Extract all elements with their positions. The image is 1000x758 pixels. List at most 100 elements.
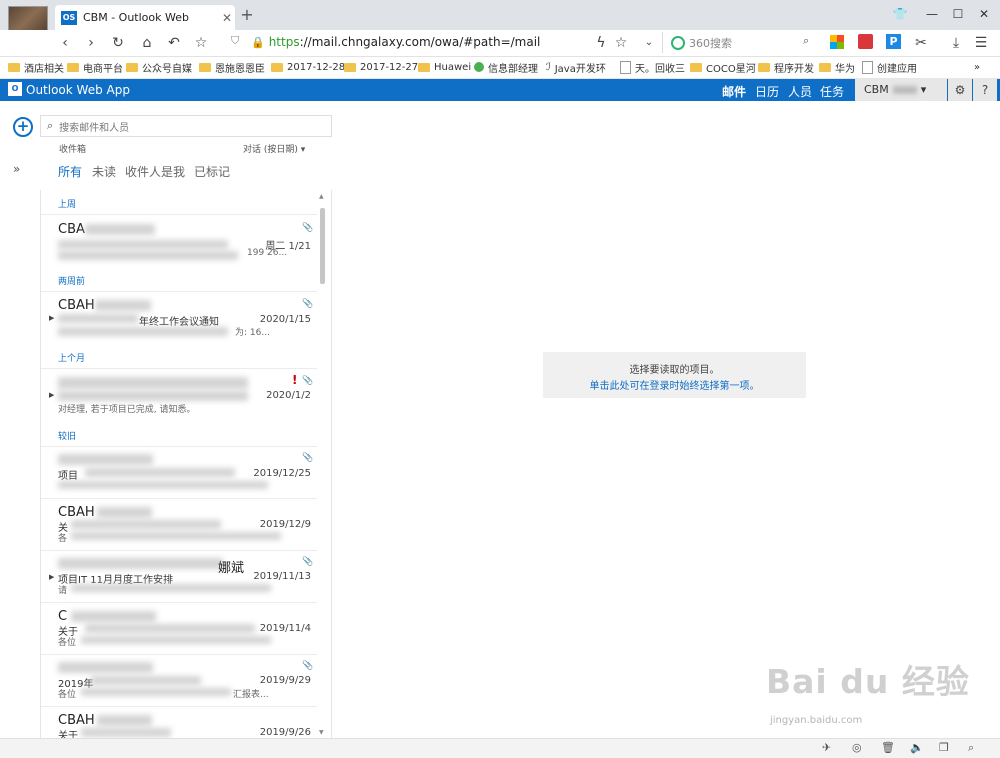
message-item[interactable]: CBAH 关于 2019/9/26 xyxy=(41,707,317,738)
message-item[interactable]: CBAH ▶ 年终工作会议通知 为: 16... 📎 2020/1/15 xyxy=(41,292,317,344)
forward-icon[interactable]: › xyxy=(80,32,102,54)
message-item[interactable]: 娜斌 ▶ 项目IT 11月月度工作安排 请 📎 2019/11/13 xyxy=(41,551,317,602)
message-item[interactable]: CBA 199 26... 📎 周二 1/21 xyxy=(41,215,317,267)
new-mail-button[interactable]: + xyxy=(13,117,33,137)
message-item[interactable]: 项目 📎 2019/12/25 xyxy=(41,447,317,498)
attachment-icon: 📎 xyxy=(302,453,314,463)
scroll-down-icon[interactable]: ▼ xyxy=(319,729,324,736)
undo-close-icon[interactable]: ↶ xyxy=(163,32,185,54)
apps-grid-icon[interactable] xyxy=(830,35,844,49)
filter-unread[interactable]: 未读 xyxy=(92,163,116,180)
new-tab-button[interactable]: + xyxy=(238,6,256,24)
attachment-icon: 📎 xyxy=(302,376,314,386)
maximize-icon[interactable]: ☐ xyxy=(948,4,968,24)
bookmark-item[interactable]: 程序开发 xyxy=(758,59,814,75)
nav-calendar[interactable]: 日历 xyxy=(755,83,779,100)
bookmark-item[interactable]: 2017-12-27 xyxy=(344,59,418,75)
folder-icon xyxy=(8,62,20,72)
expand-conversation-icon[interactable]: ▶ xyxy=(49,314,54,322)
message-sender: C xyxy=(58,609,68,624)
bookmark-item[interactable]: 华为 xyxy=(819,59,855,75)
always-select-first-link[interactable]: 单击此处可在登录时始终选择第一项。 xyxy=(543,377,806,392)
browser-toolbar: ‹ › ↻ ⌂ ↶ ☆ ⛉ 🔒 https://mail.chngalaxy.c… xyxy=(0,30,1000,57)
bookmark-item[interactable]: 电商平台 xyxy=(67,59,123,75)
back-icon[interactable]: ‹ xyxy=(54,32,76,54)
reload-icon[interactable]: ↻ xyxy=(107,32,129,54)
extension-red-icon[interactable] xyxy=(858,34,873,49)
filter-flagged[interactable]: 已标记 xyxy=(194,163,230,180)
chevron-down-icon[interactable]: ⌄ xyxy=(638,32,660,54)
scrollbar-thumb[interactable] xyxy=(320,208,325,284)
message-item[interactable]: C 关于 各位 2019/11/4 xyxy=(41,603,317,654)
message-date: 2019/12/9 xyxy=(259,519,311,530)
scissors-icon[interactable]: ✂ xyxy=(910,32,932,54)
user-menu[interactable]: CBM ▾ xyxy=(855,79,947,101)
bookmark-item[interactable]: 公众号自媒 xyxy=(126,59,192,75)
bookmark-item[interactable]: 创建应用 xyxy=(862,59,917,75)
help-icon[interactable]: ? xyxy=(973,79,997,101)
rocket-icon[interactable]: ✈ xyxy=(822,741,831,754)
bookmarks-more-icon[interactable]: » xyxy=(974,59,980,75)
bookmark-item[interactable]: 2017-12-28 xyxy=(271,59,345,75)
volume-icon[interactable]: 🔈 xyxy=(910,741,924,754)
baidu-watermark-url: jingyan.baidu.com xyxy=(770,715,863,726)
browser-active-tab[interactable]: OS CBM - Outlook Web ✕ xyxy=(55,5,235,30)
folder-title: 收件箱 xyxy=(59,145,87,155)
minimize-icon[interactable]: — xyxy=(922,4,942,24)
app-title: Outlook Web App xyxy=(26,83,130,97)
home-icon[interactable]: ⌂ xyxy=(136,32,158,54)
bookmark-star-icon[interactable]: ☆ xyxy=(610,32,632,54)
message-item[interactable]: CBAH 关 各 2019/12/9 xyxy=(41,499,317,550)
bookmark-item[interactable]: 信息部经理 xyxy=(474,59,538,75)
gear-icon[interactable]: ⚙ xyxy=(948,79,972,101)
nav-people[interactable]: 人员 xyxy=(788,83,812,100)
bookmark-item[interactable]: 酒店相关 xyxy=(8,59,64,75)
message-date: 2020/1/2 xyxy=(266,390,311,401)
download-icon[interactable]: ⤓ xyxy=(945,32,967,54)
sort-dropdown[interactable]: 对话 (按日期) ▾ xyxy=(243,142,305,155)
redacted-username xyxy=(892,86,917,94)
message-preview: 各位 xyxy=(58,638,77,648)
expand-conversation-icon[interactable]: ▶ xyxy=(49,391,54,399)
folder-icon xyxy=(67,62,79,72)
bookmark-item[interactable]: ℐ Java开发环 xyxy=(546,59,606,75)
bookmark-item[interactable]: COCO星河 xyxy=(690,59,756,75)
bookmark-item[interactable]: Huawei xyxy=(418,59,471,75)
filter-to-me[interactable]: 收件人是我 xyxy=(125,163,185,180)
tab-title: CBM - Outlook Web xyxy=(83,11,189,24)
nav-mail[interactable]: 邮件 xyxy=(722,83,746,100)
message-subject: 项目 xyxy=(58,471,78,482)
window-icon[interactable]: ❐ xyxy=(939,741,949,754)
extension-p-icon[interactable]: P xyxy=(886,34,901,49)
expand-folders-icon[interactable]: » xyxy=(13,162,20,176)
menu-icon[interactable]: ☰ xyxy=(970,32,992,54)
address-bar[interactable]: ⛉ 🔒 https://mail.chngalaxy.com/owa/#path… xyxy=(225,31,635,53)
close-tab-icon[interactable]: ✕ xyxy=(219,11,235,25)
lightning-icon[interactable]: ϟ xyxy=(590,32,612,54)
message-date: 2019/11/4 xyxy=(259,623,311,634)
message-item[interactable]: 2019年 各位 汇报表... 📎 2019/9/29 xyxy=(41,655,317,706)
reading-pane-placeholder: 选择要读取的项目。 单击此处可在登录时始终选择第一项。 xyxy=(543,352,806,398)
bookmark-item[interactable]: 天。回收三 xyxy=(620,59,685,75)
search-engine-box[interactable]: 360搜索 ⌕ xyxy=(662,32,819,53)
search-input[interactable]: ⌕ 搜索邮件和人员 xyxy=(40,115,332,137)
shirt-skin-icon[interactable]: 👕 xyxy=(890,4,910,24)
scroll-up-icon[interactable]: ▲ xyxy=(319,193,324,200)
zoom-icon[interactable]: ⌕ xyxy=(968,741,974,755)
bookmark-item[interactable]: 恩施恩恩臣 xyxy=(199,59,265,75)
refresh-circle-icon[interactable]: ◎ xyxy=(852,741,862,754)
message-item[interactable]: ▶ 对经理, 若于项目已完成, 请知悉。 ! 📎 2020/1/2 xyxy=(41,369,317,424)
message-sender: CBAH xyxy=(58,713,95,728)
filter-all[interactable]: 所有 xyxy=(58,163,82,180)
nav-tasks[interactable]: 任务 xyxy=(820,83,844,100)
folder-icon xyxy=(199,62,211,72)
favorite-star-icon[interactable]: ☆ xyxy=(190,32,212,54)
close-window-icon[interactable]: ✕ xyxy=(974,4,994,24)
trash-icon[interactable]: 🗑 xyxy=(881,741,895,754)
expand-conversation-icon[interactable]: ▶ xyxy=(49,573,54,581)
message-preview: 对经理, 若于项目已完成, 请知悉。 xyxy=(58,405,196,415)
search-icon[interactable]: ⌕ xyxy=(803,34,809,48)
browser-status-bar xyxy=(0,738,1000,758)
message-subject: 关于 xyxy=(58,731,78,738)
message-date: 2019/11/13 xyxy=(253,571,311,582)
